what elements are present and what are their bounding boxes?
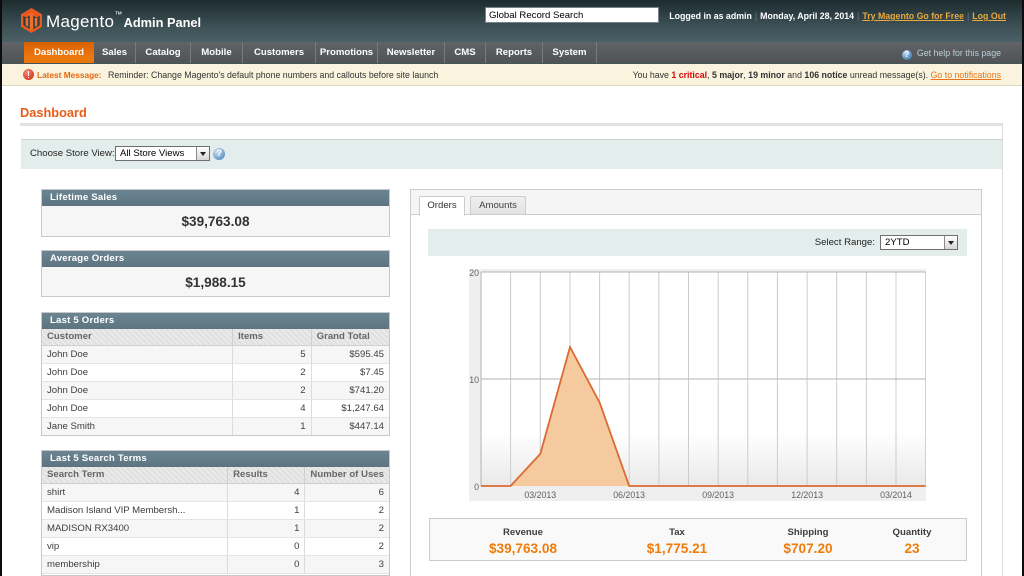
svg-text:09/2013: 09/2013 (702, 490, 734, 500)
svg-text:06/2013: 06/2013 (613, 490, 645, 500)
svg-text:03/2014: 03/2014 (880, 490, 912, 500)
svg-text:0: 0 (474, 482, 479, 492)
svg-text:10: 10 (469, 375, 479, 385)
svg-text:03/2013: 03/2013 (524, 490, 556, 500)
svg-text:20: 20 (469, 269, 479, 278)
svg-text:12/2013: 12/2013 (791, 490, 823, 500)
